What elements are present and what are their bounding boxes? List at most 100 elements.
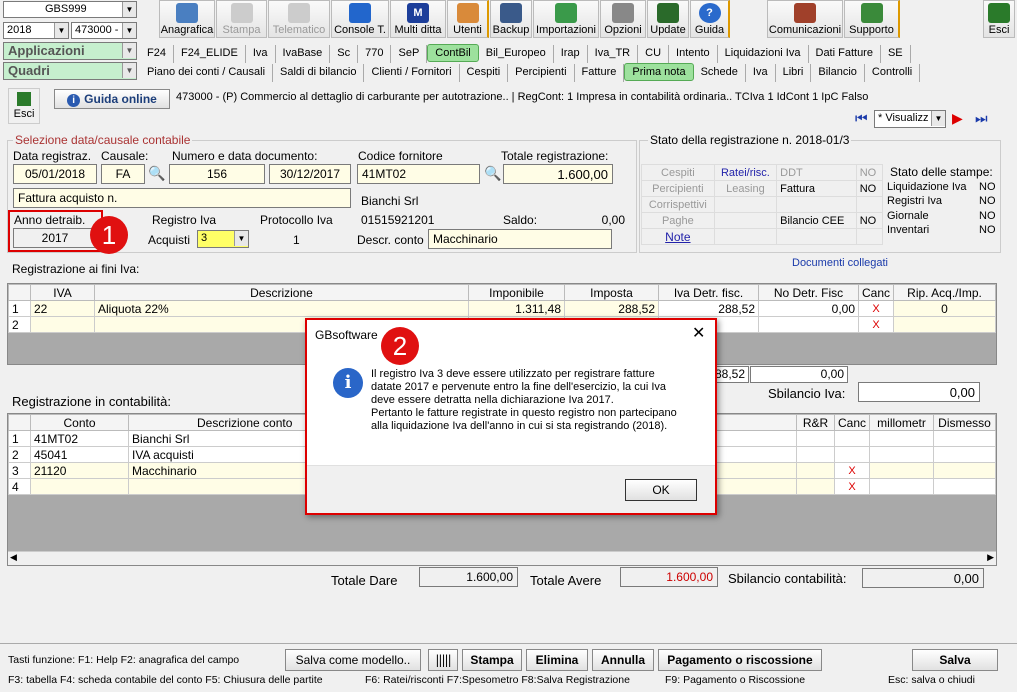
chevron-down-icon[interactable]: ▼ [931, 111, 945, 126]
search-icon[interactable]: 🔍 [484, 165, 501, 182]
tab-iva2[interactable]: Iva [746, 64, 776, 82]
tab-bilancio[interactable]: Bilancio [811, 64, 865, 82]
tab-cespiti[interactable]: Cespiti [460, 64, 509, 82]
close-icon[interactable]: ✕ [692, 323, 705, 343]
num-doc-field[interactable]: 156 [169, 164, 265, 184]
iva-row-imposta[interactable]: 288,52 [564, 300, 659, 317]
importazioni-button[interactable]: Importazioni [533, 0, 599, 38]
guida-button[interactable]: ? Guida [690, 0, 730, 38]
iva-row-rip[interactable]: 0 [893, 300, 996, 317]
tab-dati-fatture[interactable]: Dati Fatture [809, 45, 881, 63]
stato-ratei[interactable]: Ratei/risc. [713, 164, 778, 181]
applicazioni-select[interactable]: Applicazioni ▼ [3, 42, 137, 60]
iva-row-code[interactable]: 22 [30, 300, 95, 317]
chevron-down-icon[interactable]: ▼ [54, 23, 68, 38]
salva-modello-button[interactable]: Salva come modello.. [285, 649, 421, 671]
nav-first-icon[interactable]: ⏮ [855, 110, 868, 127]
stato-paghe[interactable]: Paghe [641, 212, 715, 229]
cont-row-conto[interactable]: 41MT02 [30, 430, 129, 447]
tab-cu[interactable]: CU [638, 45, 670, 63]
tab-intento[interactable]: Intento [669, 45, 718, 63]
elimina-button[interactable]: Elimina [526, 649, 588, 671]
tab-libri[interactable]: Libri [776, 64, 812, 82]
guida-online-button[interactable]: i Guida online [54, 89, 170, 109]
multiditta-button[interactable]: M Multi ditta [390, 0, 446, 38]
utenti-button[interactable]: Utenti [447, 0, 489, 38]
delete-icon[interactable]: X [857, 300, 895, 317]
anagrafica-button[interactable]: Anagrafica [159, 0, 215, 38]
view-select[interactable]: * Visualizz ▼ [874, 110, 946, 128]
delete-icon[interactable]: X [833, 462, 871, 479]
tab-percipienti[interactable]: Percipienti [508, 64, 575, 82]
tab-controlli[interactable]: Controlli [865, 64, 921, 82]
table-row[interactable]: 1 22 Aliquota 22% 1.311,48 288,52 288,52 0,00 X… [8, 300, 996, 317]
tab-saldi[interactable]: Saldi di bilancio [273, 64, 365, 82]
tab-piano-conti[interactable]: Piano dei conti / Causali [140, 64, 274, 82]
code-select[interactable]: 473000 - ▼ [71, 22, 137, 39]
stato-note-link[interactable]: Note [641, 228, 715, 245]
annulla-button[interactable]: Annulla [592, 649, 654, 671]
tab-770[interactable]: 770 [358, 45, 392, 63]
tab-liquidazioni-iva[interactable]: Liquidazioni Iva [718, 45, 809, 63]
doc-date-field[interactable]: 30/12/2017 [269, 164, 351, 184]
tab-f24-elide[interactable]: F24_ELIDE [174, 45, 246, 63]
tab-iva-tr[interactable]: Iva_TR [588, 45, 639, 63]
opzioni-button[interactable]: Opzioni [600, 0, 646, 38]
scroll-left-icon[interactable]: ◀ [10, 552, 17, 563]
tab-fatture[interactable]: Fatture [575, 64, 625, 82]
stato-leasing[interactable]: Leasing [713, 180, 778, 197]
delete-icon[interactable]: X [833, 478, 871, 495]
tab-schede[interactable]: Schede [694, 64, 746, 82]
iva-row-nodetr[interactable]: 0,00 [758, 300, 859, 317]
backup-button[interactable]: Backup [490, 0, 532, 38]
tab-sep[interactable]: SeP [391, 45, 428, 63]
chevron-down-icon[interactable]: ▼ [122, 63, 136, 78]
ok-button[interactable]: OK [625, 479, 697, 501]
nav-next-icon[interactable]: ▶ [952, 110, 963, 127]
fornitore-field[interactable]: 41MT02 [357, 164, 480, 184]
stato-percipienti[interactable]: Percipienti [641, 180, 715, 197]
update-button[interactable]: Update [647, 0, 689, 38]
documenti-collegati-link[interactable]: Documenti collegati [792, 257, 888, 269]
cont-row-conto[interactable]: 21120 [30, 462, 129, 479]
chevron-down-icon[interactable]: ▼ [122, 2, 136, 17]
registro-select[interactable]: 3 ▼ [197, 230, 249, 248]
tab-clienti-fornitori[interactable]: Clienti / Fornitori [364, 64, 460, 82]
company-select[interactable]: GBS999 ▼ [3, 1, 137, 18]
search-icon[interactable]: 🔍 [148, 165, 165, 182]
tab-irap[interactable]: Irap [554, 45, 588, 63]
delete-icon[interactable]: X [857, 316, 895, 333]
descr-conto-field[interactable]: Macchinario [428, 229, 612, 249]
tab-contbil[interactable]: ContBil [427, 44, 479, 62]
esci-button[interactable]: Esci [8, 88, 40, 124]
chevron-down-icon[interactable]: ▼ [122, 23, 136, 38]
year-select[interactable]: 2018 ▼ [3, 22, 69, 39]
description-field[interactable]: Fattura acquisto n. [13, 188, 351, 208]
tab-sc[interactable]: Sc [330, 45, 359, 63]
tab-bil-europeo[interactable]: Bil_Europeo [479, 45, 554, 63]
stato-corrispettivi[interactable]: Corrispettivi [641, 196, 715, 213]
date-field[interactable]: 05/01/2018 [13, 164, 97, 184]
esci-top-button[interactable]: Esci [983, 0, 1015, 38]
stato-cespiti[interactable]: Cespiti [641, 164, 715, 181]
scroll-right-icon[interactable]: ▶ [987, 552, 994, 563]
chevron-down-icon[interactable]: ▼ [122, 43, 136, 58]
anno-field[interactable]: 2017 [13, 228, 97, 248]
causale-field[interactable]: FA [101, 164, 145, 184]
tab-ivabase[interactable]: IvaBase [276, 45, 331, 63]
salva-button[interactable]: Salva [912, 649, 998, 671]
horizontal-scrollbar[interactable]: ◀ ▶ [8, 551, 996, 565]
cont-row-conto[interactable]: 45041 [30, 446, 129, 463]
tab-iva[interactable]: Iva [246, 45, 276, 63]
telematico-button[interactable]: Telematico [268, 0, 330, 38]
comunicazioni-button[interactable]: Comunicazioni [767, 0, 843, 38]
nav-last-icon[interactable]: ⏭ [975, 110, 988, 127]
totale-field[interactable]: 1.600,00 [503, 164, 613, 184]
quadri-select[interactable]: Quadri ▼ [3, 62, 137, 80]
tab-prima-nota[interactable]: Prima nota [624, 63, 694, 81]
barcode-button[interactable]: ||||| [428, 649, 458, 671]
chevron-down-icon[interactable]: ▼ [234, 231, 248, 246]
tab-se[interactable]: SE [881, 45, 911, 63]
iva-row-imponibile[interactable]: 1.311,48 [468, 300, 565, 317]
pagamento-button[interactable]: Pagamento o riscossione [658, 649, 822, 671]
